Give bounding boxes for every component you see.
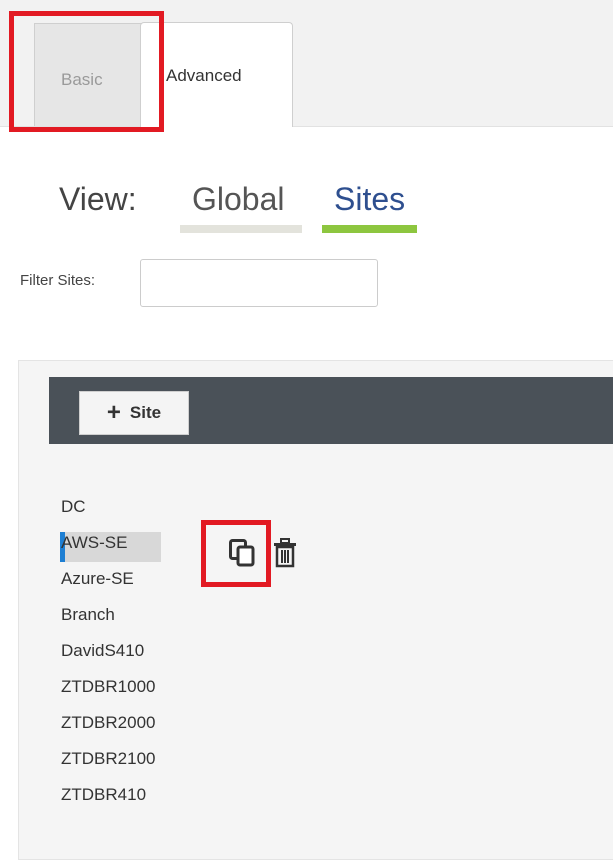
site-item-aws-se[interactable]: AWS-SE <box>61 529 155 565</box>
highlight-box-basic-tab <box>9 11 164 132</box>
delete-site-button[interactable] <box>272 538 298 568</box>
add-site-button[interactable]: + Site <box>79 391 189 435</box>
view-global-underline <box>180 225 302 233</box>
site-item-ztdbr410[interactable]: ZTDBR410 <box>61 781 155 817</box>
highlight-box-clone-button <box>201 520 271 587</box>
view-global-link[interactable]: Global <box>192 181 285 218</box>
site-item-ztdbr1000[interactable]: ZTDBR1000 <box>61 673 155 709</box>
plus-icon: + <box>106 399 121 426</box>
site-item-davids410[interactable]: DavidS410 <box>61 637 155 673</box>
site-item-azure-se[interactable]: Azure-SE <box>61 565 155 601</box>
view-label: View: <box>59 181 137 217</box>
site-item-ztdbr2100[interactable]: ZTDBR2100 <box>61 745 155 781</box>
site-item-ztdbr2000[interactable]: ZTDBR2000 <box>61 709 155 745</box>
filter-sites-label: Filter Sites: <box>20 272 96 289</box>
site-list: DC AWS-SE Azure-SE Branch DavidS410 ZTDB… <box>61 493 155 817</box>
view-sites-link[interactable]: Sites <box>334 181 405 218</box>
filter-sites-input[interactable] <box>140 259 378 307</box>
site-item-dc[interactable]: DC <box>61 493 155 529</box>
view-sites-underline <box>322 225 417 233</box>
site-item-branch[interactable]: Branch <box>61 601 155 637</box>
add-site-label: Site <box>129 403 162 422</box>
trash-icon <box>274 538 296 568</box>
